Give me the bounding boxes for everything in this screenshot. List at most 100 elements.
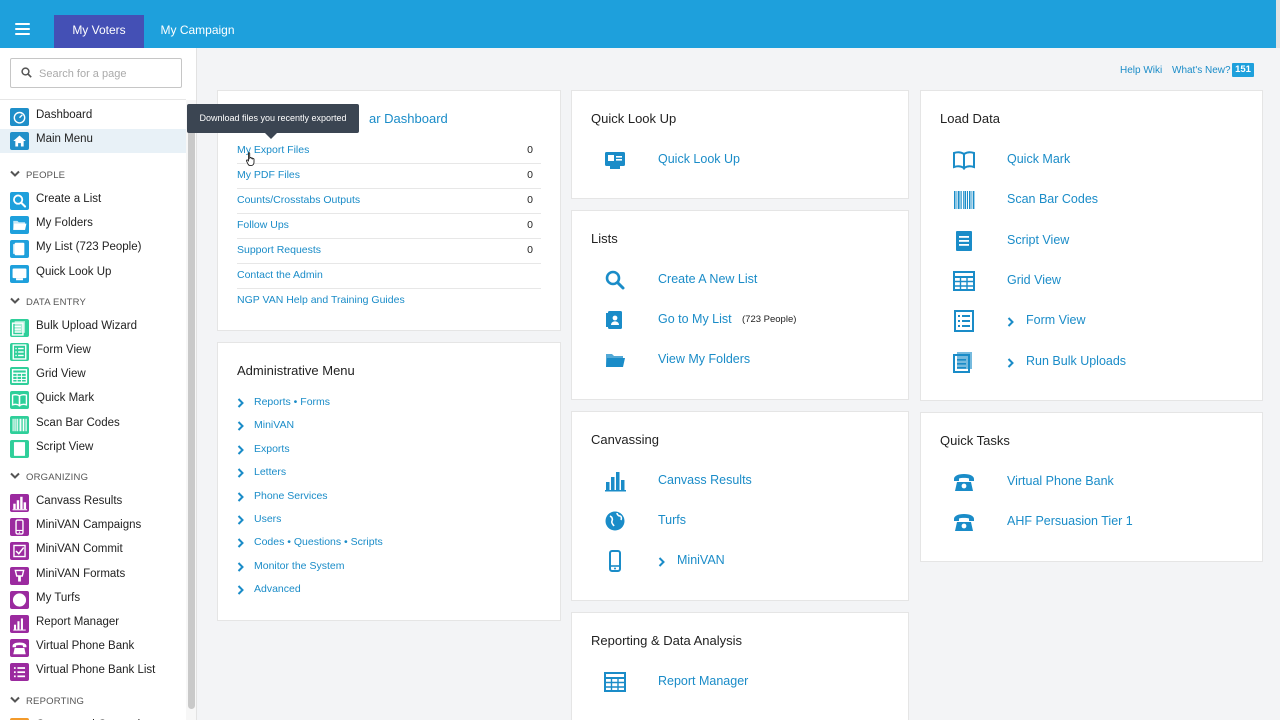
action-label: Scan Bar Codes bbox=[1007, 192, 1099, 207]
sidebar-item-script-view[interactable]: Script View bbox=[0, 437, 186, 461]
sidebar-item-scan-bar-codes[interactable]: Scan Bar Codes bbox=[0, 413, 186, 437]
panel-title[interactable]: ar Dashboard bbox=[369, 111, 448, 126]
book-icon bbox=[953, 151, 975, 170]
sidebar-item-main-menu[interactable]: Main Menu bbox=[0, 129, 186, 153]
sidebar-item-create-a-list[interactable]: Create a List bbox=[0, 189, 186, 213]
search-input[interactable] bbox=[39, 65, 175, 82]
admin-link-label: Letters bbox=[254, 466, 287, 479]
dashboard-link[interactable]: My PDF Files bbox=[237, 169, 300, 181]
action-run-bulk-uploads[interactable]: Run Bulk Uploads bbox=[951, 349, 1251, 375]
action-virtual-phone-bank[interactable]: Virtual Phone Bank bbox=[951, 469, 1251, 495]
sidebar-item-virtual-phone-bank-list[interactable]: Virtual Phone Bank List bbox=[0, 660, 186, 684]
dashboard-icon bbox=[10, 108, 29, 126]
action-label: Grid View bbox=[1007, 272, 1061, 287]
sidebar-item-bulk-upload-wizard[interactable]: Bulk Upload Wizard bbox=[0, 316, 186, 340]
sidebar-item-report-manager[interactable]: Report Manager bbox=[0, 612, 186, 636]
sidebar-item-grid-view[interactable]: Grid View bbox=[0, 364, 186, 388]
sidebar-item-label: My Folders bbox=[36, 217, 93, 230]
dashboard-link[interactable]: Follow Ups bbox=[237, 219, 289, 231]
action-quick-look-up[interactable]: Quick Look Up bbox=[602, 147, 902, 173]
chevron-right-icon bbox=[237, 398, 244, 408]
chevron-right-icon bbox=[237, 468, 244, 478]
dashboard-count: 0 bbox=[527, 194, 533, 206]
sidebar-item-minivan-campaigns[interactable]: MiniVAN Campaigns bbox=[0, 515, 186, 539]
dashboard-link[interactable]: Counts/Crosstabs Outputs bbox=[237, 194, 360, 206]
action-script-view[interactable]: Script View bbox=[951, 228, 1251, 254]
report-icon bbox=[10, 615, 29, 633]
help-wiki-link[interactable]: Help Wiki bbox=[1120, 65, 1162, 76]
sidebar-item-canvass-results[interactable]: Canvass Results bbox=[0, 491, 186, 515]
sidebar-item-label: Main Menu bbox=[36, 133, 93, 145]
sidebar-item-virtual-phone-bank[interactable]: Virtual Phone Bank bbox=[0, 636, 186, 660]
action-go-to-my-list[interactable]: Go to My List (723 People) bbox=[602, 307, 902, 333]
sidebar-item-label: Script View bbox=[36, 440, 94, 453]
sidebar-item-form-view[interactable]: Form View bbox=[0, 340, 186, 364]
dashboard-link[interactable]: NGP VAN Help and Training Guides bbox=[237, 294, 405, 306]
telephone-icon bbox=[954, 514, 974, 531]
sidebar-section-organizing[interactable]: ORGANIZING bbox=[10, 470, 180, 486]
sidebar-search[interactable] bbox=[10, 58, 182, 88]
dashboard-count: 0 bbox=[527, 144, 533, 156]
bulk-upload-icon bbox=[953, 351, 972, 373]
tab-my-voters[interactable]: My Voters bbox=[54, 15, 144, 48]
contact-list-icon bbox=[606, 311, 622, 329]
sidebar-item-minivan-formats[interactable]: MiniVAN Formats bbox=[0, 564, 186, 588]
sidebar-item-label: My List (723 People) bbox=[36, 241, 142, 254]
script-icon bbox=[956, 230, 972, 251]
admin-link-label: Monitor the System bbox=[254, 559, 345, 572]
action-grid-view[interactable]: Grid View bbox=[951, 268, 1251, 294]
sidebar-item-label: MiniVAN Commit bbox=[36, 543, 123, 556]
action-note: (723 People) bbox=[742, 314, 797, 325]
whats-new-link[interactable]: What's New? bbox=[1172, 65, 1231, 76]
chevron-right-icon bbox=[237, 445, 244, 455]
search-icon bbox=[10, 192, 29, 210]
sidebar-item-minivan-commit[interactable]: MiniVAN Commit bbox=[0, 539, 186, 563]
sidebar-section-people[interactable]: PEOPLE bbox=[10, 168, 180, 184]
sidebar-item-counts-and-crosstabs[interactable]: Counts and Crosstabs bbox=[0, 715, 186, 720]
sidebar-item-quick-look-up[interactable]: Quick Look Up bbox=[0, 262, 186, 286]
action-view-my-folders[interactable]: View My Folders bbox=[602, 347, 902, 373]
chevron-right-icon bbox=[237, 421, 244, 432]
action-ahf-persuasion-tier-1[interactable]: AHF Persuasion Tier 1 bbox=[951, 509, 1251, 535]
barcode-icon bbox=[10, 415, 29, 434]
divider bbox=[0, 99, 186, 100]
action-label: View My Folders bbox=[658, 352, 751, 366]
sidebar: Dashboard Main Menu PEOPLE Create a List… bbox=[0, 48, 197, 720]
sidebar-item-my-folders[interactable]: My Folders bbox=[0, 213, 186, 237]
action-report-manager[interactable]: Report Manager bbox=[602, 669, 902, 695]
action-quick-mark[interactable]: Quick Mark bbox=[951, 147, 1251, 173]
bar-chart-icon bbox=[605, 472, 626, 492]
sidebar-item-my-list-723-people-[interactable]: My List (723 People) bbox=[0, 237, 186, 261]
dashboard-count: 0 bbox=[527, 169, 533, 181]
sidebar-item-label: Quick Mark bbox=[36, 392, 95, 405]
sidebar-item-label: Report Manager bbox=[36, 616, 120, 628]
menu-icon[interactable] bbox=[15, 23, 30, 35]
sidebar-section-data-entry[interactable]: DATA ENTRY bbox=[10, 295, 180, 311]
dashboard-link[interactable]: Contact the Admin bbox=[237, 269, 323, 281]
action-label: Virtual Phone Bank bbox=[1007, 474, 1114, 488]
sidebar-item-my-turfs[interactable]: My Turfs bbox=[0, 588, 186, 612]
sidebar-scrollbar-thumb[interactable] bbox=[188, 105, 195, 709]
action-scan-bar-codes[interactable]: Scan Bar Codes bbox=[951, 187, 1251, 213]
admin-link-label: MiniVAN bbox=[254, 419, 295, 432]
tab-my-campaign[interactable]: My Campaign bbox=[150, 15, 245, 48]
sidebar-item-label: Dashboard bbox=[36, 109, 93, 121]
dashboard-count: 0 bbox=[527, 244, 533, 256]
action-label: Report Manager bbox=[658, 674, 749, 688]
id-card-icon bbox=[10, 264, 29, 283]
sidebar-section-reporting[interactable]: REPORTING bbox=[10, 694, 180, 710]
action-form-view[interactable]: Form View bbox=[951, 308, 1251, 334]
quick-lookup-panel: Quick Look Up bbox=[571, 90, 909, 199]
action-create-a-new-list[interactable]: Create A New List bbox=[602, 267, 902, 293]
action-minivan[interactable]: MiniVAN bbox=[602, 548, 902, 574]
sidebar-item-quick-mark[interactable]: Quick Mark bbox=[0, 388, 186, 412]
sidebar-item-dashboard[interactable]: Dashboard bbox=[0, 105, 186, 129]
sidebar-item-label: Virtual Phone Bank List bbox=[36, 664, 156, 677]
sidebar-section-title: DATA ENTRY bbox=[26, 296, 87, 308]
form-icon bbox=[10, 343, 29, 361]
action-turfs[interactable]: Turfs bbox=[602, 508, 902, 534]
action-canvass-results[interactable]: Canvass Results bbox=[602, 468, 902, 494]
action-label: Script View bbox=[1007, 232, 1070, 247]
sidebar-item-label: Bulk Upload Wizard bbox=[36, 319, 137, 332]
dashboard-link[interactable]: Support Requests bbox=[237, 244, 321, 256]
